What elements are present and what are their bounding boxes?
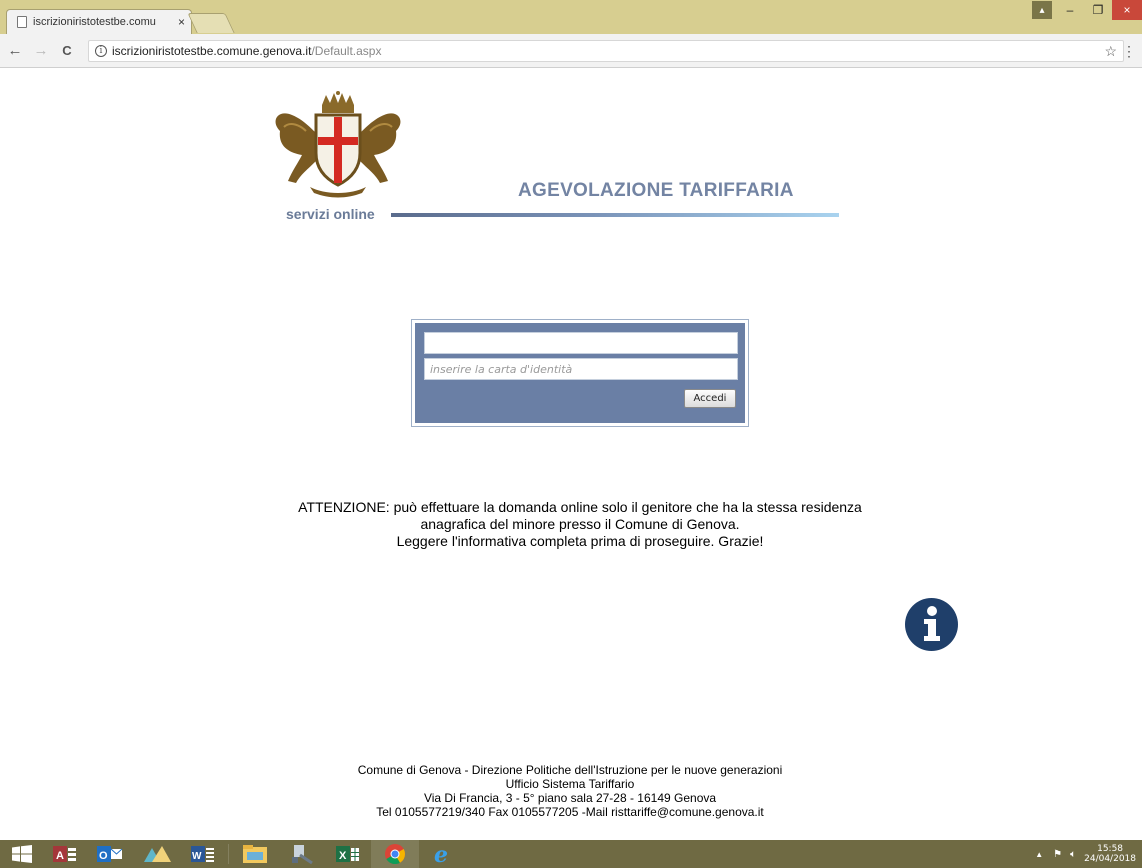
system-tray: ▲ ⚑ 🔈︎ 15:58 24/04/2018 [1035,840,1142,868]
window-controls: ▴ – ❐ × [1032,0,1142,22]
clock-time: 15:58 [1097,844,1124,854]
servizi-online-label: servizi online [286,206,375,222]
page-title: AGEVOLAZIONE TARIFFARIA [518,180,794,201]
svg-text:O: O [99,850,108,862]
footer-line-4: Tel 0105577219/340 Fax 0105577205 -Mail … [376,805,764,819]
page-footer: Comune di Genova - Direzione Politiche d… [240,763,900,819]
chrome-app-icon[interactable] [371,840,419,868]
maximize-button[interactable]: ❐ [1084,0,1112,20]
address-toolbar: ← → C i iscrizioniristotestbe.comune.gen… [0,34,1142,68]
word-app-icon[interactable]: W [182,840,226,868]
svg-text:e: e [434,843,448,865]
excel-app-icon[interactable]: X [327,840,371,868]
action-center-flag-icon[interactable]: ⚑ [1053,849,1062,860]
taskbar-clock[interactable]: 15:58 24/04/2018 [1084,844,1136,864]
footer-line-2: Ufficio Sistema Tariffario [505,777,635,791]
close-window-button[interactable]: × [1112,0,1142,20]
windows-taskbar: A O W X e ▲ ⚑ 🔈︎ 15:58 24/04/2018 [0,840,1142,868]
page-content: servizi online AGEVOLAZIONE TARIFFARIA A… [0,69,1142,840]
browser-titlebar: iscrizioniristotestbe.comu × ▴ – ❐ × [0,0,1142,34]
photos-app-icon[interactable] [132,840,182,868]
new-tab-button[interactable] [187,13,235,33]
outlook-app-icon[interactable]: O [88,840,132,868]
internet-explorer-icon[interactable]: e [419,840,467,868]
notice-line-2: anagrafica del minore presso il Comune d… [420,516,740,532]
url-host: iscrizioniristotestbe.comune.genova.it [112,44,312,58]
url-path: /Default.aspx [311,44,382,58]
footer-line-1: Comune di Genova - Direzione Politiche d… [357,763,783,777]
attention-notice: ATTENZIONE: può effettuare la domanda on… [160,499,1000,550]
bookmark-star-icon[interactable]: ☆ [1104,43,1117,60]
page-icon [17,16,27,28]
accedi-button[interactable]: Accedi [684,389,736,408]
svg-text:W: W [192,851,202,862]
svg-text:A: A [56,850,64,862]
windows-start-icon[interactable] [0,840,44,868]
access-app-icon[interactable]: A [44,840,88,868]
tab-title: iscrizioniristotestbe.comu [33,16,156,28]
file-explorer-icon[interactable] [231,840,279,868]
minimize-button[interactable]: – [1056,0,1084,20]
login-panel-body: Accedi [415,323,745,423]
svg-text:X: X [339,850,347,862]
reload-button[interactable]: C [56,43,78,58]
clock-date: 24/04/2018 [1084,854,1136,864]
header-divider [391,213,839,217]
browser-menu-icon[interactable]: ⋮ [1122,43,1136,60]
username-input[interactable] [424,332,738,354]
info-icon[interactable] [905,598,958,651]
back-button[interactable]: ← [4,42,26,59]
profile-icon[interactable]: ▴ [1032,1,1052,19]
notice-line-1: ATTENZIONE: può effettuare la domanda on… [298,499,862,515]
volume-icon[interactable]: 🔈︎ [1070,849,1076,860]
tools-app-icon[interactable] [279,840,327,868]
genova-coat-of-arms-logo [275,91,401,198]
identity-card-input[interactable] [424,358,738,380]
url-bar[interactable]: i iscrizioniristotestbe.comune.genova.it… [88,40,1124,62]
site-info-icon[interactable]: i [95,45,107,57]
notice-line-3: Leggere l'informativa completa prima di … [396,533,764,549]
footer-line-3: Via Di Francia, 3 - 5° piano sala 27-28 … [423,791,717,805]
login-panel: Accedi [411,319,749,427]
browser-tab[interactable]: iscrizioniristotestbe.comu × [6,9,192,34]
taskbar-separator [228,844,229,864]
forward-button[interactable]: → [30,42,52,59]
tray-expand-icon[interactable]: ▲ [1035,850,1043,859]
tab-close-icon[interactable]: × [178,15,185,29]
